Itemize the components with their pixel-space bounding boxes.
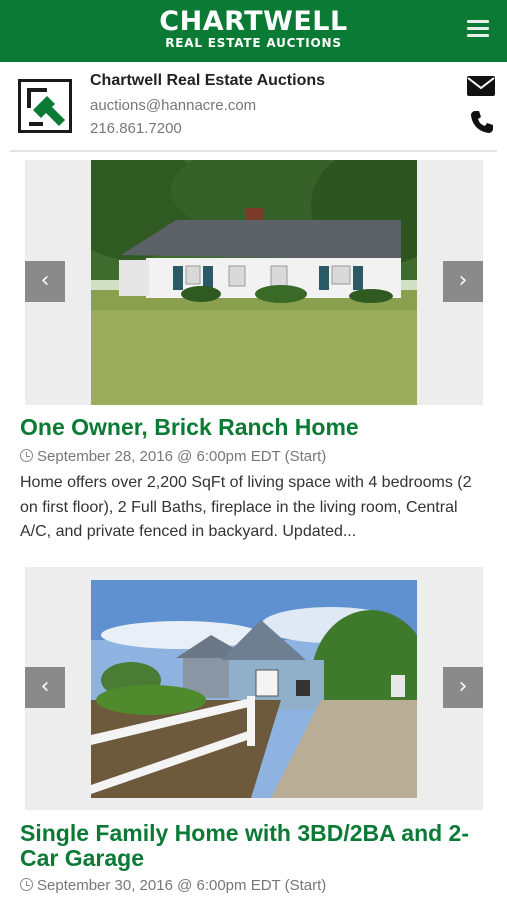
listing-date: September 30, 2016 @ 6:00pm EDT (Start) bbox=[20, 877, 497, 894]
listing-date-text: September 30, 2016 @ 6:00pm EDT (Start) bbox=[37, 877, 327, 894]
listing-title[interactable]: One Owner, Brick Ranch Home bbox=[20, 415, 487, 440]
next-photo-button[interactable]: › bbox=[443, 667, 483, 708]
brand-tagline: REAL ESTATE AUCTIONS bbox=[165, 36, 342, 50]
listing-title[interactable]: Single Family Home with 3BD/2BA and 2-Ca… bbox=[20, 821, 487, 871]
listing-description: Home offers over 2,200 SqFt of living sp… bbox=[20, 474, 472, 540]
top-bar: CHARTWELL REAL ESTATE AUCTIONS bbox=[0, 0, 507, 62]
listing-card: ‹ › Single Family Home with 3BD/2BA and … bbox=[0, 567, 507, 900]
prev-photo-button[interactable]: ‹ bbox=[25, 261, 65, 302]
listing-date: September 28, 2016 @ 6:00pm EDT (Start) bbox=[20, 448, 497, 465]
listing-date-text: September 28, 2016 @ 6:00pm EDT (Start) bbox=[37, 448, 327, 465]
envelope-icon[interactable] bbox=[467, 76, 495, 96]
gavel-logo-icon bbox=[18, 79, 72, 133]
photo-carousel[interactable]: ‹ › bbox=[25, 567, 483, 810]
hamburger-menu-icon[interactable] bbox=[467, 20, 489, 38]
clock-icon bbox=[20, 449, 33, 462]
brand-name: CHARTWELL bbox=[159, 6, 348, 37]
property-photo[interactable] bbox=[91, 160, 417, 405]
listing-card: ‹ › One Owner, Brick Ranch Home Septembe… bbox=[0, 160, 507, 545]
contact-phone[interactable]: 216.861.7200 bbox=[90, 120, 182, 137]
contact-email[interactable]: auctions@hannacre.com bbox=[90, 97, 256, 114]
brand-logo[interactable]: CHARTWELL REAL ESTATE AUCTIONS bbox=[0, 6, 507, 51]
company-name: Chartwell Real Estate Auctions bbox=[90, 72, 326, 89]
phone-icon[interactable] bbox=[469, 109, 495, 135]
prev-photo-button[interactable]: ‹ bbox=[25, 667, 65, 708]
clock-icon bbox=[20, 878, 33, 891]
divider bbox=[10, 150, 497, 152]
photo-carousel[interactable]: ‹ › bbox=[25, 160, 483, 405]
property-photo[interactable] bbox=[91, 580, 417, 798]
next-photo-button[interactable]: › bbox=[443, 261, 483, 302]
contact-card: Chartwell Real Estate Auctions auctions@… bbox=[0, 62, 507, 150]
